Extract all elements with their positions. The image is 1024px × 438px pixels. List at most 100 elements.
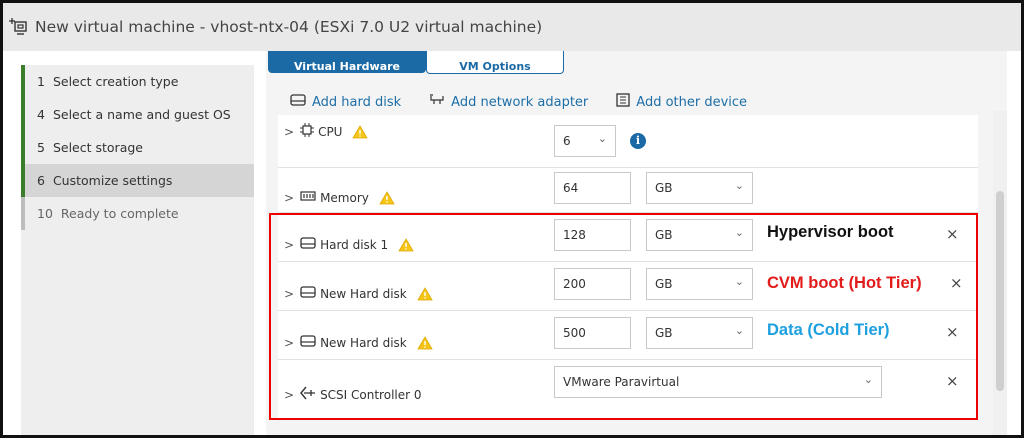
device-row-cpu: > CPU 6 ⌄ i — [278, 115, 978, 168]
vertical-scrollbar[interactable] — [993, 111, 1007, 435]
new-hard-disk-hot-unit-select[interactable]: GB ⌄ — [646, 268, 753, 300]
scrollbar-thumb[interactable] — [996, 191, 1004, 391]
new-hard-disk-hot-label: New Hard disk — [320, 286, 407, 301]
step-number: 4 — [37, 107, 45, 122]
step-label: Select storage — [52, 140, 143, 155]
window-title: New virtual machine - vhost-ntx-04 (ESXi… — [35, 18, 543, 36]
step-label: Ready to complete — [60, 206, 179, 221]
step-customize-settings[interactable]: 6 Customize settings — [21, 164, 254, 197]
scsi-controller-type-select[interactable]: VMware Paravirtual ⌄ — [554, 366, 882, 398]
step-label: Select a name and guest OS — [52, 107, 231, 122]
chevron-down-icon: ⌄ — [734, 179, 744, 192]
settings-tabs: Virtual Hardware VM Options — [268, 51, 564, 74]
step-number: 6 — [37, 173, 45, 188]
scsi-controller-icon — [300, 386, 316, 403]
hard-disk-1-size-value: 128 — [563, 228, 586, 242]
add-network-adapter-button[interactable]: Add network adapter — [429, 93, 588, 111]
step-label: Select creation type — [52, 74, 179, 89]
screenshot-frame: New virtual machine - vhost-ntx-04 (ESXi… — [0, 0, 1024, 438]
new-hard-disk-cold-unit-select[interactable]: GB ⌄ — [646, 317, 753, 349]
device-row-memory: > Memory 64 GB ⌄ — [278, 168, 978, 213]
scsi-controller-label: SCSI Controller 0 — [320, 387, 422, 402]
new-hard-disk-cold-size-input[interactable]: 500 — [554, 317, 631, 349]
chevron-right-icon: > — [284, 387, 295, 402]
memory-expander[interactable]: > Memory — [284, 190, 395, 205]
cpu-count-value: 6 — [563, 134, 571, 148]
new-hard-disk-cold-label: New Hard disk — [320, 335, 407, 350]
step-number: 5 — [37, 140, 45, 155]
memory-size-value: 64 — [563, 181, 579, 195]
hard-disk-icon — [290, 94, 306, 110]
add-hard-disk-button[interactable]: Add hard disk — [290, 93, 401, 111]
device-row-new-hard-disk-hot: > New Hard disk 200 GB ⌄ CVM boot (Hot T… — [278, 262, 978, 311]
chevron-down-icon: ⌄ — [863, 373, 873, 386]
other-device-icon — [616, 93, 630, 111]
step-number: 10 — [37, 206, 53, 221]
annotation-data-cold-tier: Data (Cold Tier) — [767, 321, 890, 339]
chevron-down-icon: ⌄ — [734, 226, 744, 239]
cpu-expander[interactable]: > CPU — [284, 123, 369, 140]
memory-label: Memory — [320, 190, 369, 205]
memory-icon — [300, 190, 316, 205]
annotation-cvm-boot: CVM boot (Hot Tier) — [767, 274, 922, 292]
add-other-device-button[interactable]: Add other device — [616, 93, 747, 111]
hard-disk-1-unit-value: GB — [655, 228, 673, 242]
warning-icon — [352, 124, 369, 139]
hard-disk-icon — [300, 237, 316, 252]
memory-unit-value: GB — [655, 181, 673, 195]
add-network-adapter-label: Add network adapter — [451, 94, 589, 110]
step-number: 1 — [37, 74, 45, 89]
cpu-count-select[interactable]: 6 ⌄ — [554, 125, 616, 157]
tab-vm-options[interactable]: VM Options — [426, 51, 564, 74]
chevron-right-icon: > — [284, 335, 295, 350]
chevron-right-icon: > — [284, 237, 295, 252]
device-row-hard-disk-1: > Hard disk 1 128 GB ⌄ Hypervisor boot × — [278, 213, 978, 262]
remove-new-hard-disk-cold-icon[interactable]: × — [946, 323, 959, 341]
step-progress-bar — [21, 98, 25, 131]
warning-icon — [417, 335, 433, 350]
warning-icon — [398, 237, 414, 252]
new-hard-disk-hot-size-input[interactable]: 200 — [554, 268, 631, 300]
cpu-icon — [300, 123, 315, 140]
step-progress-bar — [21, 131, 25, 164]
memory-size-input[interactable]: 64 — [554, 172, 631, 204]
hard-disk-1-unit-select[interactable]: GB ⌄ — [646, 219, 753, 251]
hard-disk-1-expander[interactable]: > Hard disk 1 — [284, 237, 414, 252]
step-select-storage[interactable]: 5 Select storage — [21, 131, 254, 164]
new-hard-disk-hot-unit-value: GB — [655, 277, 673, 291]
chevron-down-icon: ⌄ — [734, 324, 744, 337]
hard-disk-icon — [300, 286, 316, 301]
step-select-name-guest-os[interactable]: 4 Select a name and guest OS — [21, 98, 254, 131]
tab-virtual-hardware[interactable]: Virtual Hardware — [268, 51, 426, 73]
step-ready-to-complete[interactable]: 10 Ready to complete — [21, 197, 254, 230]
chevron-right-icon: > — [284, 286, 295, 301]
hard-disk-1-label: Hard disk 1 — [320, 237, 389, 252]
title-bar: New virtual machine - vhost-ntx-04 (ESXi… — [3, 3, 1021, 51]
new-hard-disk-hot-size-value: 200 — [563, 277, 586, 291]
network-adapter-icon — [429, 94, 445, 110]
new-hard-disk-hot-expander[interactable]: > New Hard disk — [284, 286, 433, 301]
step-select-creation-type[interactable]: 1 Select creation type — [21, 65, 254, 98]
wizard-steps: 1 Select creation type 4 Select a name a… — [21, 65, 254, 435]
scsi-controller-type-value: VMware Paravirtual — [563, 375, 680, 389]
hardware-toolbar: Add hard disk Add network adapter Add ot… — [290, 93, 747, 111]
remove-hard-disk-1-icon[interactable]: × — [946, 225, 959, 243]
new-hard-disk-cold-unit-value: GB — [655, 326, 673, 340]
new-hard-disk-cold-size-value: 500 — [563, 326, 586, 340]
new-hard-disk-cold-expander[interactable]: > New Hard disk — [284, 335, 433, 350]
device-list: > CPU 6 ⌄ i > Memory 64 GB ⌄ > Hard disk… — [278, 115, 978, 418]
settings-panel: Virtual Hardware VM Options Add hard dis… — [266, 51, 1007, 435]
chevron-right-icon: > — [284, 190, 295, 205]
info-icon[interactable]: i — [630, 133, 646, 149]
device-row-scsi-controller: > SCSI Controller 0 VMware Paravirtual ⌄… — [278, 360, 978, 418]
step-label: Customize settings — [52, 173, 173, 188]
device-row-new-hard-disk-cold: > New Hard disk 500 GB ⌄ Data (Cold Tier… — [278, 311, 978, 360]
scsi-controller-expander[interactable]: > SCSI Controller 0 — [284, 386, 422, 403]
remove-new-hard-disk-hot-icon[interactable]: × — [950, 274, 963, 292]
step-progress-bar — [21, 164, 25, 197]
remove-scsi-controller-icon[interactable]: × — [946, 372, 959, 390]
memory-unit-select[interactable]: GB ⌄ — [646, 172, 753, 204]
annotation-hypervisor-boot: Hypervisor boot — [767, 223, 894, 241]
hard-disk-1-size-input[interactable]: 128 — [554, 219, 631, 251]
warning-icon — [379, 190, 395, 205]
